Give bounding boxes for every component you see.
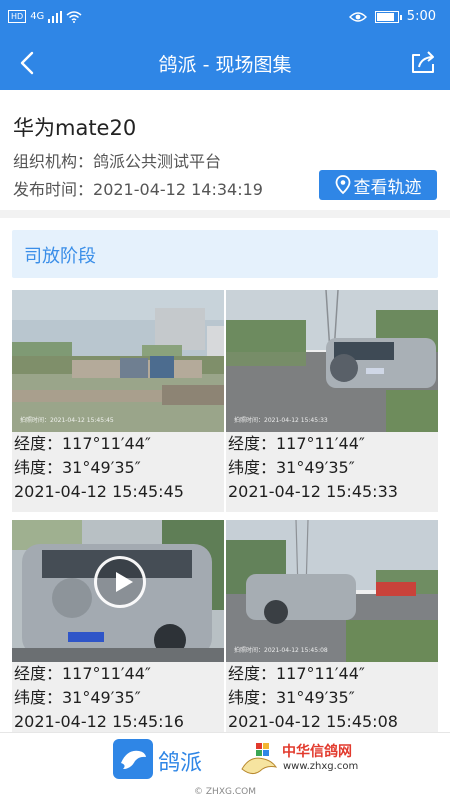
location-pin-icon: [335, 175, 350, 195]
clock: 5:00: [406, 9, 436, 24]
org-value: 鸽派公共测试平台: [93, 152, 222, 171]
signal-icon: [48, 10, 63, 23]
latitude: 纬度：31°49′35″: [14, 458, 141, 477]
photo-card[interactable]: 拍照时间：2021-04-12 15:45:08 经度：117°11′44″ 纬…: [226, 520, 438, 742]
photo-meta: 经度：117°11′44″ 纬度：31°49′35″ 2021-04-12 15…: [228, 432, 398, 504]
zhxg-url: www.zhxg.com: [283, 761, 359, 772]
stage-title: 司放阶段: [24, 246, 96, 267]
photo-meta: 经度：117°11′44″ 纬度：31°49′35″ 2021-04-12 15…: [14, 662, 184, 734]
nav-bar: 鸽派 - 现场图集: [0, 36, 450, 90]
share-icon: [412, 51, 434, 73]
pigeon-icon: [121, 750, 146, 769]
publish-time-label: 发布时间：: [13, 180, 94, 199]
photo-time: 2021-04-12 15:45:33: [228, 482, 398, 501]
zhxg-logo-text: 中华信鸽网: [282, 744, 352, 760]
org-label: 组织机构：: [13, 152, 94, 171]
photo-timestamp: 拍照时间：2021-04-12 15:45:08: [234, 647, 328, 654]
photo-card[interactable]: 拍照时间：2021-04-12 15:45:45 经度：117°11′44″ 纬…: [12, 290, 224, 512]
gepai-logo-text: 鸽派: [158, 751, 203, 776]
photo-time: 2021-04-12 15:45:16: [14, 712, 184, 731]
latitude: 纬度：31°49′35″: [228, 688, 355, 707]
battery-level: [376, 12, 394, 21]
video-thumbnail[interactable]: [12, 520, 224, 662]
watermark: © ZHXG.COM: [194, 787, 256, 797]
photo-image: [226, 520, 438, 662]
photo-meta: 经度：117°11′44″ 纬度：31°49′35″ 2021-04-12 15…: [14, 432, 184, 504]
view-track-label: 查看轨迹: [353, 177, 422, 198]
share-button[interactable]: [408, 47, 438, 77]
latitude: 纬度：31°49′35″: [228, 458, 355, 477]
photo-meta: 经度：117°11′44″ 纬度：31°49′35″ 2021-04-12 15…: [228, 662, 398, 734]
network-type: 4G: [30, 11, 45, 22]
status-bar: HD 4G 5:00: [0, 0, 450, 36]
longitude: 经度：117°11′44″: [228, 664, 365, 683]
hd-badge: HD: [8, 10, 27, 23]
gepai-logo: [113, 739, 153, 779]
zhxg-logo: [238, 739, 280, 779]
wifi-icon: [66, 10, 82, 23]
publish-time-value: 2021-04-12 14:34:19: [93, 180, 263, 199]
battery-icon: [374, 10, 402, 23]
view-track-button[interactable]: 查看轨迹: [319, 170, 437, 200]
footer-branding: 鸽派 中华信鸽网 www.zhxg.com © ZHXG.COM: [0, 732, 450, 800]
longitude: 经度：117°11′44″: [14, 664, 151, 683]
device-info: 华为mate20 组织机构：鸽派公共测试平台 发布时间：2021-04-12 1…: [0, 90, 450, 210]
photo-image: [226, 290, 438, 432]
play-icon[interactable]: [94, 556, 146, 608]
page-title: 鸽派 - 现场图集: [158, 54, 292, 76]
status-right: 5:00: [348, 9, 436, 24]
latitude: 纬度：31°49′35″: [14, 688, 141, 707]
photo-card[interactable]: 拍照时间：2021-04-12 15:45:33 经度：117°11′44″ 纬…: [226, 290, 438, 512]
longitude: 经度：117°11′44″: [228, 434, 365, 453]
org-line: 组织机构：鸽派公共测试平台: [13, 148, 221, 172]
eye-comfort-icon: [348, 11, 367, 22]
photo-thumbnail[interactable]: 拍照时间：2021-04-12 15:45:08: [226, 520, 438, 662]
device-name: 华为mate20: [13, 116, 137, 140]
photo-timestamp: 拍照时间：2021-04-12 15:45:45: [20, 417, 114, 424]
photo-thumbnail[interactable]: 拍照时间：2021-04-12 15:45:45: [12, 290, 224, 432]
zhxg-emblem-icon: [241, 743, 278, 775]
photo-image: [12, 290, 224, 432]
stage-header: 司放阶段: [12, 230, 438, 278]
photo-time: 2021-04-12 15:45:45: [14, 482, 184, 501]
photo-thumbnail[interactable]: 拍照时间：2021-04-12 15:45:33: [226, 290, 438, 432]
section-divider: [0, 210, 450, 218]
photo-time: 2021-04-12 15:45:08: [228, 712, 398, 731]
status-left: HD 4G: [8, 10, 82, 23]
photo-timestamp: 拍照时间：2021-04-12 15:45:33: [234, 417, 328, 424]
video-card[interactable]: 经度：117°11′44″ 纬度：31°49′35″ 2021-04-12 15…: [12, 520, 224, 742]
longitude: 经度：117°11′44″: [14, 434, 151, 453]
publish-time-line: 发布时间：2021-04-12 14:34:19: [13, 176, 263, 200]
